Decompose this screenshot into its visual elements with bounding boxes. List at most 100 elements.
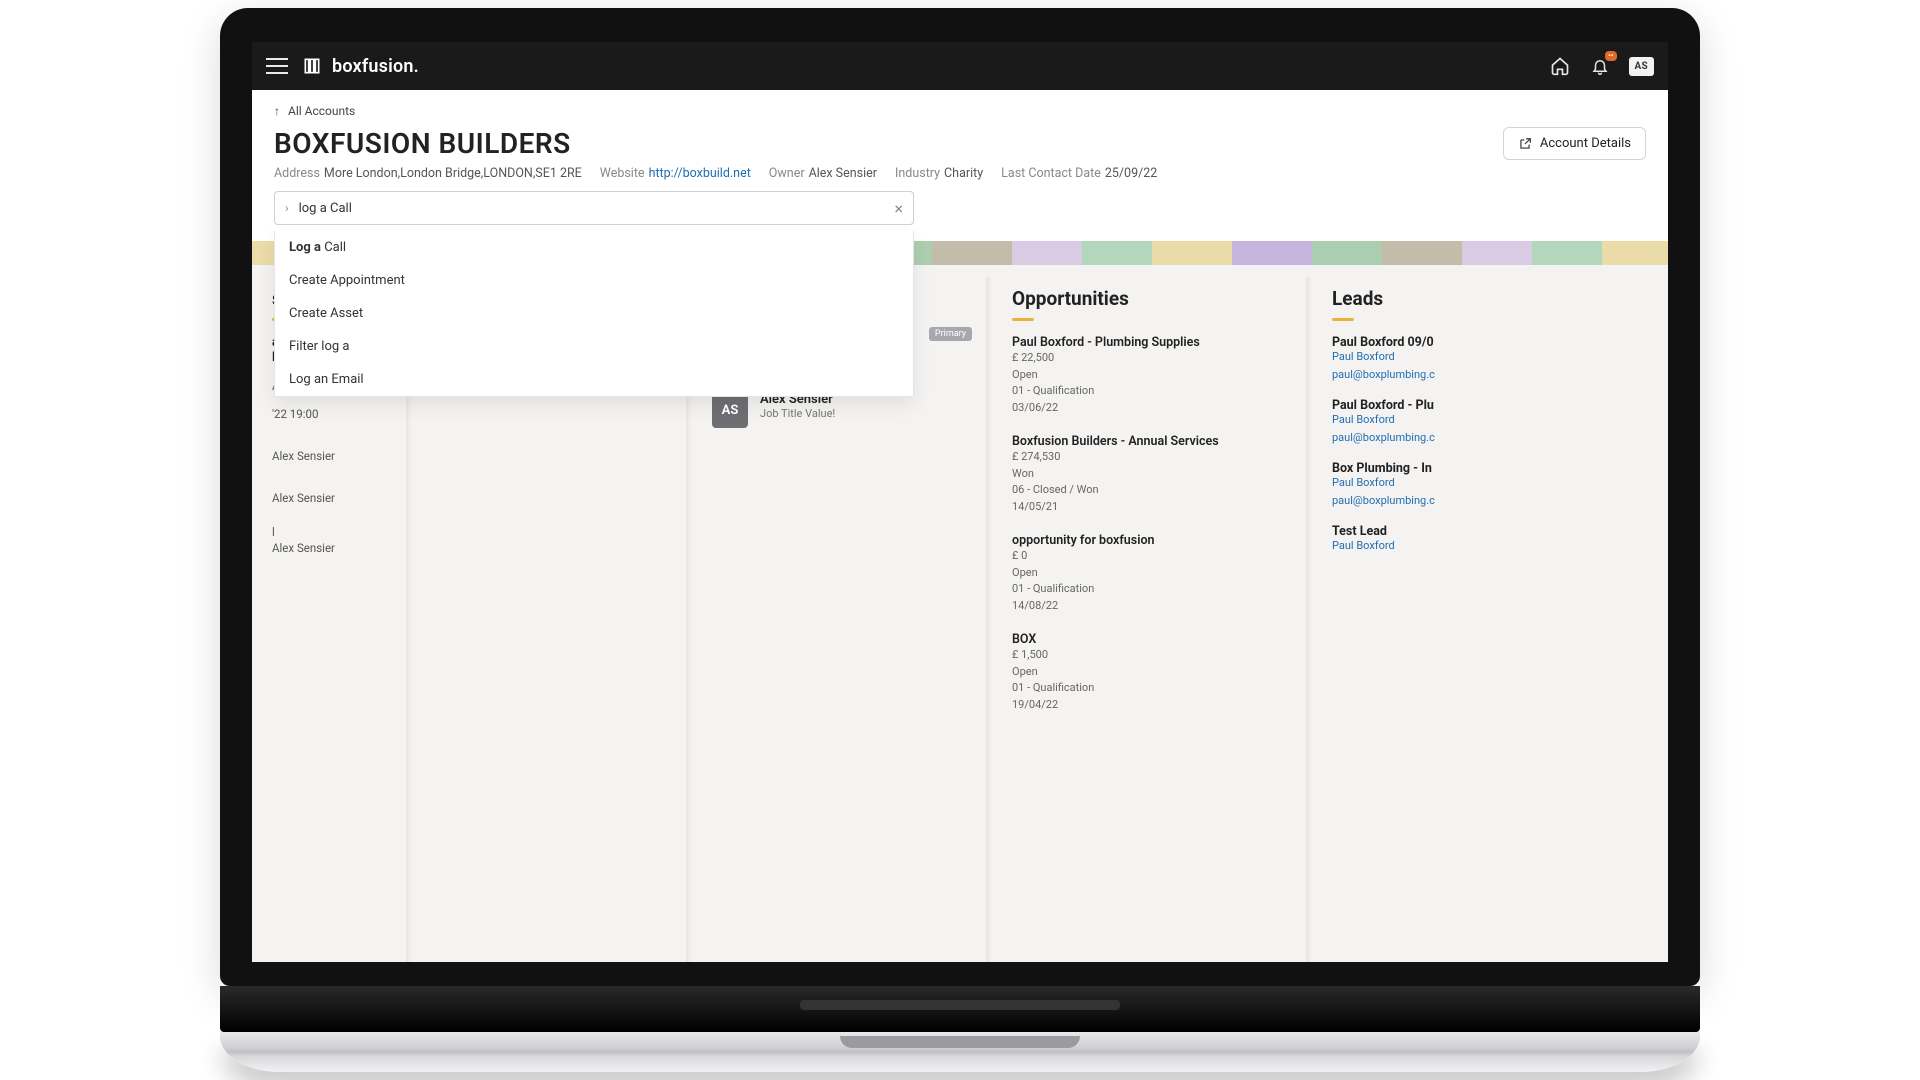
lead-email[interactable]: paul@boxplumbing.c xyxy=(1332,494,1435,507)
note-line: Alex Sensier xyxy=(272,449,392,463)
lead-email[interactable]: paul@boxplumbing.c xyxy=(1332,431,1435,444)
opp-name: Paul Boxford - Plumbing Supplies xyxy=(1012,335,1292,350)
appbar-right: •• AS xyxy=(1549,55,1654,77)
account-meta: Address More London,London Bridge,LONDON,… xyxy=(252,166,1668,191)
bell-badge: •• xyxy=(1605,51,1616,61)
lead-card[interactable]: Box Plumbing - InPaul Boxford paul@boxplu… xyxy=(1332,461,1648,508)
lead-email[interactable]: paul@boxplumbing.c xyxy=(1332,368,1435,381)
account-title: BOXFUSION BUILDERS xyxy=(274,127,571,160)
laptop-keyboard xyxy=(220,986,1700,1032)
quick-action-area: › × Log a Call Create Appointment Create… xyxy=(252,191,1668,225)
opp-name: BOX xyxy=(1012,632,1292,647)
note-line: Alex Sensier xyxy=(272,541,392,555)
contact-avatar: AS xyxy=(712,392,748,428)
up-arrow-icon: ↑ xyxy=(274,104,280,118)
laptop-base xyxy=(220,1032,1700,1072)
note-line: l xyxy=(272,525,392,539)
contact-card[interactable]: AS Alex Sensier Job Title Value! xyxy=(712,392,972,428)
user-avatar[interactable]: AS xyxy=(1629,57,1654,76)
opp-date: 03/06/22 xyxy=(1012,400,1292,417)
screen-bezel: boxfusion. •• AS xyxy=(220,8,1700,986)
meta-lastcontact: 25/09/22 xyxy=(1105,166,1157,181)
breadcrumb-label: All Accounts xyxy=(288,104,355,118)
lead-name: Paul Boxford - Plu xyxy=(1332,398,1648,413)
quick-action-input-wrap[interactable]: › × xyxy=(274,191,914,225)
lead-owner: Paul Boxford xyxy=(1332,413,1648,426)
brand: boxfusion. xyxy=(302,56,419,77)
contact-role: Job Title Value! xyxy=(760,407,835,420)
meta-owner-lbl: Owner xyxy=(769,166,805,181)
export-icon xyxy=(1518,137,1532,151)
meta-lastcontact-lbl: Last Contact Date xyxy=(1001,166,1101,181)
section-underline xyxy=(1012,318,1034,321)
lead-name: Paul Boxford 09/0 xyxy=(1332,335,1648,350)
suggestion-item[interactable]: Create Asset xyxy=(275,297,913,330)
opp-date: 14/08/22 xyxy=(1012,598,1292,615)
opp-status: Open xyxy=(1012,367,1292,384)
primary-badge: Primary xyxy=(929,327,972,341)
meta-industry-lbl: Industry xyxy=(895,166,940,181)
opportunities-header: Opportunities xyxy=(1012,287,1292,310)
opportunity-card[interactable]: opportunity for boxfusion£ 0Open01 - Qua… xyxy=(1012,533,1292,614)
lead-card[interactable]: Paul Boxford 09/0Paul Boxford paul@boxplu… xyxy=(1332,335,1648,382)
opportunity-card[interactable]: Paul Boxford - Plumbing Supplies£ 22,500… xyxy=(1012,335,1292,416)
suggestion-item[interactable]: Log an Email xyxy=(275,363,913,396)
suggestion-item[interactable]: Create Appointment xyxy=(275,264,913,297)
quick-action-suggestions: Log a Call Create Appointment Create Ass… xyxy=(274,231,914,397)
opp-status: Won xyxy=(1012,466,1292,483)
home-icon[interactable] xyxy=(1549,55,1571,77)
meta-address-lbl: Address xyxy=(274,166,320,181)
opp-status: Open xyxy=(1012,565,1292,582)
meta-website-lbl: Website xyxy=(600,166,645,181)
clear-icon[interactable]: × xyxy=(894,199,903,218)
suggestion-item[interactable]: Log a Call xyxy=(275,231,913,264)
lead-card[interactable]: Paul Boxford - PluPaul Boxford paul@boxpl… xyxy=(1332,398,1648,445)
opp-date: 14/05/21 xyxy=(1012,499,1292,516)
app-screen: boxfusion. •• AS xyxy=(252,42,1668,962)
breadcrumb-all-accounts[interactable]: ↑ All Accounts xyxy=(274,104,355,118)
opp-stage: 01 - Qualification xyxy=(1012,581,1292,598)
opportunity-card[interactable]: Boxfusion Builders - Annual Services£ 27… xyxy=(1012,434,1292,515)
suggestion-item[interactable]: Filter log a xyxy=(275,330,913,363)
lead-owner: Paul Boxford xyxy=(1332,476,1648,489)
bell-icon[interactable]: •• xyxy=(1589,55,1611,77)
opp-amount: £ 274,530 xyxy=(1012,449,1292,466)
lead-owner: Paul Boxford xyxy=(1332,350,1648,363)
quick-action-input[interactable] xyxy=(299,201,885,216)
lead-owner: Paul Boxford xyxy=(1332,539,1648,552)
laptop-mock: boxfusion. •• AS xyxy=(220,8,1700,1072)
note-line: Alex Sensier xyxy=(272,491,392,505)
opp-stage: 06 - Closed / Won xyxy=(1012,482,1292,499)
lead-name: Box Plumbing - In xyxy=(1332,461,1648,476)
opportunity-card[interactable]: BOX£ 1,500Open01 - Qualification19/04/22 xyxy=(1012,632,1292,713)
note-line: '22 19:00 xyxy=(272,407,392,421)
opp-stage: 01 - Qualification xyxy=(1012,383,1292,400)
opp-amount: £ 22,500 xyxy=(1012,350,1292,367)
menu-icon[interactable] xyxy=(266,58,288,74)
lead-card[interactable]: Test LeadPaul Boxford xyxy=(1332,524,1648,552)
opp-name: opportunity for boxfusion xyxy=(1012,533,1292,548)
opp-amount: £ 1,500 xyxy=(1012,647,1292,664)
opp-status: Open xyxy=(1012,664,1292,681)
appbar-left: boxfusion. xyxy=(266,56,419,77)
opp-date: 19/04/22 xyxy=(1012,697,1292,714)
account-details-label: Account Details xyxy=(1540,136,1631,151)
brand-text: boxfusion. xyxy=(332,56,419,77)
opp-name: Boxfusion Builders - Annual Services xyxy=(1012,434,1292,449)
opp-amount: £ 0 xyxy=(1012,548,1292,565)
meta-address: More London,London Bridge,LONDON,SE1 2RE xyxy=(324,166,582,181)
lead-name: Test Lead xyxy=(1332,524,1648,539)
app-bar: boxfusion. •• AS xyxy=(252,42,1668,90)
brand-icon xyxy=(302,56,322,76)
account-details-button[interactable]: Account Details xyxy=(1503,127,1646,160)
col-leads: Leads Paul Boxford 09/0Paul Boxfordpaul@… xyxy=(1312,265,1668,962)
leads-header: Leads xyxy=(1332,287,1648,310)
meta-website-link[interactable]: http://boxbuild.net xyxy=(649,166,751,181)
chevron-right-icon: › xyxy=(285,201,289,215)
page-header: ↑ All Accounts BOXFUSION BUILDERS Accoun… xyxy=(252,90,1668,265)
meta-industry: Charity xyxy=(944,166,983,181)
opp-stage: 01 - Qualification xyxy=(1012,680,1292,697)
section-underline xyxy=(1332,318,1354,321)
col-opportunities: Opportunities Paul Boxford - Plumbing Su… xyxy=(992,265,1312,962)
meta-owner: Alex Sensier xyxy=(809,166,877,181)
